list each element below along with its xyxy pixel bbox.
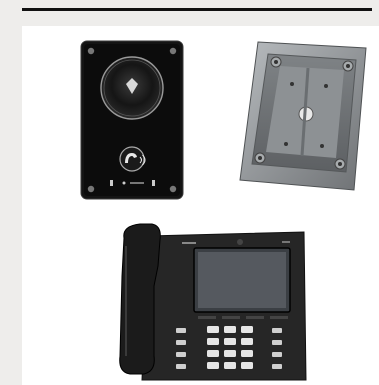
intercom-unit-image [80,40,184,200]
mounting-box-image [236,40,368,195]
intercom-icon [80,40,184,200]
header-divider [22,8,372,11]
product-gallery [22,26,379,385]
desk-phone-image [112,216,307,381]
desk-phone-icon [119,223,307,381]
mounting-box-icon [239,41,367,191]
